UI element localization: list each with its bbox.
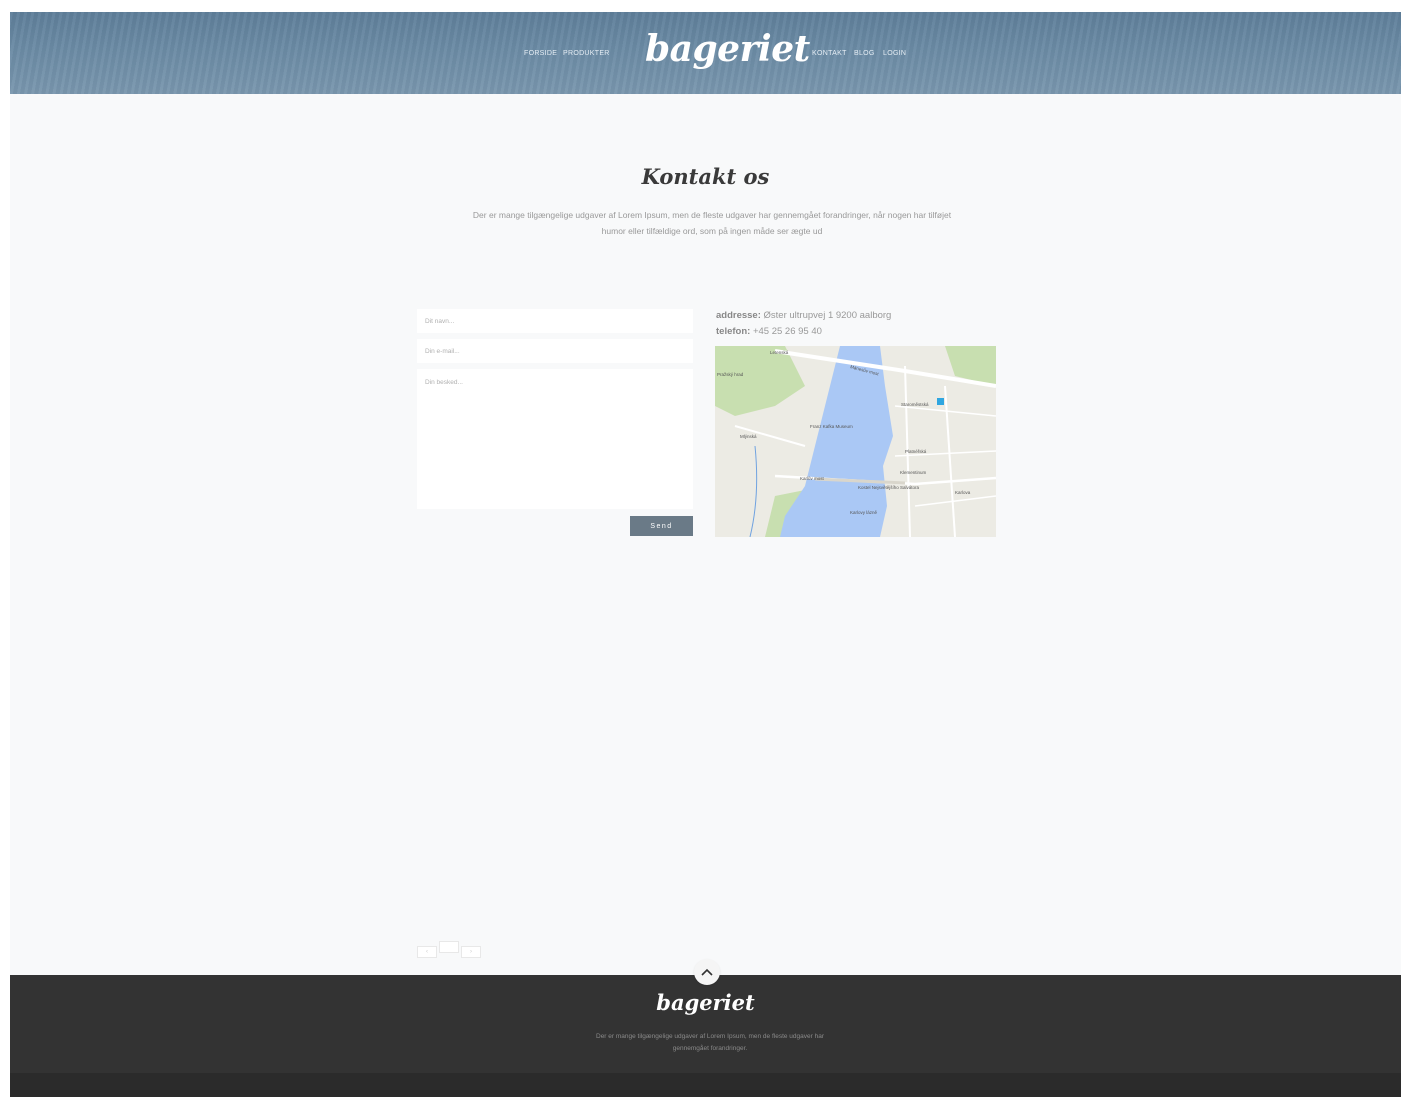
map-label: Letenská [770, 350, 789, 355]
phone-label: telefon: [716, 326, 751, 337]
map-label: Pražský hrad [717, 372, 744, 377]
pager-page-button[interactable] [439, 941, 459, 953]
map-label: Mlýnská [740, 434, 757, 439]
map-canvas: Letenská Mánesův most Franz Kafka Museum… [715, 346, 996, 537]
metro-icon [937, 398, 944, 405]
nav-kontakt[interactable]: KONTAKT [812, 50, 847, 57]
intro-text: Der er mange tilgængelige udgaver af Lor… [472, 210, 952, 236]
map-label: Platnéřská [905, 449, 927, 454]
map-label: Staroměstská [901, 402, 929, 407]
send-button[interactable]: Send [630, 516, 693, 536]
map-label: Franz Kafka Museum [810, 424, 853, 429]
message-field[interactable] [417, 369, 693, 509]
pager-next-button[interactable]: › [461, 946, 481, 958]
footer-logo[interactable]: bageriet [10, 990, 1401, 1015]
nav-produkter[interactable]: PRODUKTER [563, 50, 610, 57]
pager-prev-button[interactable]: ‹ [417, 946, 437, 958]
map-label: Karlův most [800, 475, 825, 481]
footer-bottom-bar [10, 1073, 1401, 1097]
page-title: Kontakt os [641, 164, 770, 189]
address-label: addresse: [716, 310, 761, 321]
scroll-top-button[interactable] [694, 959, 720, 985]
address-value: Øster ultrupvej 1 9200 aalborg [760, 310, 892, 321]
map-label: Kostel Nejsvětějšího Salvátora [858, 485, 920, 490]
name-field[interactable] [417, 309, 693, 333]
nav-blog[interactable]: BLOG [854, 50, 875, 57]
map[interactable]: Letenská Mánesův most Franz Kafka Museum… [715, 346, 996, 537]
footer-text: Der er mange tilgængelige udgaver af Lor… [596, 1033, 824, 1052]
page: FORSIDE PRODUKTER bageriet KONTAKT BLOG … [10, 12, 1401, 1097]
phone-line: telefon: +45 25 26 95 40 [716, 326, 822, 337]
pager: ‹ › [417, 940, 483, 958]
map-label: Karlova [955, 490, 971, 495]
phone-value: +45 25 26 95 40 [750, 326, 822, 337]
map-label: Klementinum [900, 470, 927, 475]
map-label: Karlovy lázně [850, 510, 878, 515]
nav-login[interactable]: LOGIN [883, 50, 906, 57]
chevron-up-icon [701, 968, 713, 976]
nav-forside[interactable]: FORSIDE [524, 50, 557, 57]
address-line: addresse: Øster ultrupvej 1 9200 aalborg [716, 310, 891, 321]
email-field[interactable] [417, 339, 693, 363]
site-logo[interactable]: bageriet [645, 28, 810, 70]
